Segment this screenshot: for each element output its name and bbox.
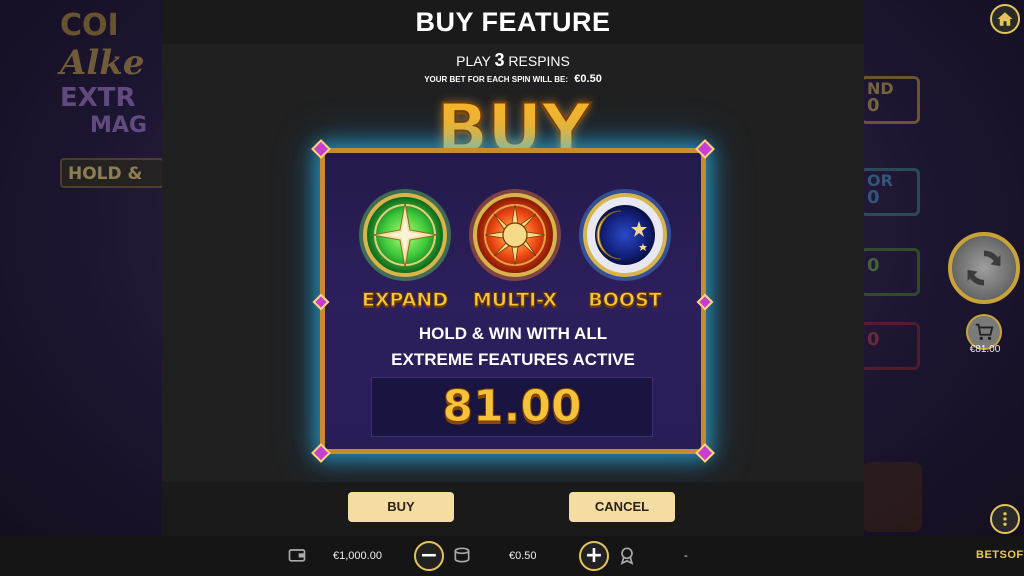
jackpot-mini: 0 <box>860 322 920 370</box>
gem-corner-icon <box>695 443 715 463</box>
jackpot-major: OR 0 <box>860 168 920 216</box>
buy-feature-price: €81.00 <box>969 344 1001 355</box>
jackpot-value: 0 <box>867 187 880 208</box>
spin-button[interactable] <box>948 232 1020 304</box>
feature-price: 81.00 <box>371 377 653 437</box>
feature-description: HOLD & WIN WITH ALL EXTREME FEATURES ACT… <box>325 321 701 373</box>
respins-info: PLAY 3 RESPINS <box>162 50 864 71</box>
logo-line: EXTR <box>60 83 136 113</box>
treasure-chest-icon <box>862 462 922 532</box>
win-value: - <box>684 550 688 562</box>
expand-orb <box>357 187 453 283</box>
home-button[interactable] <box>990 4 1020 34</box>
increase-bet-button[interactable]: + <box>579 541 609 571</box>
refresh-icon <box>967 250 1001 286</box>
jackpot-value: 0 <box>867 255 880 276</box>
win-award-icon <box>620 547 634 565</box>
feature-label-multi-x: MULTI-X <box>472 289 558 312</box>
sun-icon <box>469 189 561 281</box>
bet-label: YOUR BET FOR EACH SPIN WILL BE: <box>424 75 569 84</box>
jackpot-value: 0 <box>867 329 880 350</box>
jackpot-minor: 0 <box>860 248 920 296</box>
play-prefix: PLAY <box>456 53 491 69</box>
multi-x-orb <box>467 187 563 283</box>
shopping-cart-icon <box>975 323 994 341</box>
decrease-bet-button[interactable]: − <box>414 541 444 571</box>
boost-orb <box>577 187 673 283</box>
feature-label-boost: BOOST <box>588 289 662 312</box>
plus-icon: + <box>584 543 604 568</box>
brand-logo: BETSOFT <box>976 549 1024 561</box>
minus-icon: − <box>419 543 439 568</box>
bet-amount: €0.50 <box>574 73 602 85</box>
logo-line: MAG <box>90 113 147 138</box>
jackpot-grand: ND 0 <box>860 76 920 124</box>
buy-feature-dialog: BUY FEATURE PLAY 3 RESPINS YOUR BET FOR … <box>162 0 864 536</box>
gem-side-icon <box>312 293 330 311</box>
cancel-button[interactable]: CANCEL <box>569 492 675 522</box>
menu-button[interactable] <box>990 504 1020 534</box>
respins-count: 3 <box>494 50 505 70</box>
description-line: HOLD & WIN WITH ALL <box>418 324 608 343</box>
play-suffix: RESPINS <box>508 53 570 69</box>
dialog-title: BUY FEATURE <box>162 0 864 44</box>
feature-panel: EXPAND MULTI-X BOOST HOLD & WIN WITH ALL… <box>311 139 715 463</box>
home-icon <box>997 12 1013 26</box>
wallet-icon <box>288 549 306 562</box>
dialog-footer <box>162 482 864 536</box>
moon-stars-icon <box>579 189 671 281</box>
bet-info: YOUR BET FOR EACH SPIN WILL BE: €0.50 <box>162 73 864 85</box>
balance-value: €1,000.00 <box>333 550 382 562</box>
gem-corner-icon <box>311 443 331 463</box>
logo-line: Alke <box>60 43 145 83</box>
bet-value: €0.50 <box>509 550 537 562</box>
hold-badge: HOLD & <box>60 158 164 188</box>
jackpot-value: 0 <box>867 95 880 116</box>
bottom-bar: €1,000.00 €0.50 - <box>0 536 1024 576</box>
feature-label-expand: EXPAND <box>361 289 449 312</box>
game-logo: COI Alke EXTR MAG <box>60 8 170 178</box>
logo-line: COI <box>60 8 119 43</box>
gem-side-icon <box>696 293 714 311</box>
description-line: EXTREME FEATURES ACTIVE <box>391 350 635 369</box>
coins-icon <box>454 547 470 563</box>
buy-button[interactable]: BUY <box>348 492 454 522</box>
compass-icon <box>359 189 451 281</box>
more-vertical-icon <box>1003 512 1007 526</box>
